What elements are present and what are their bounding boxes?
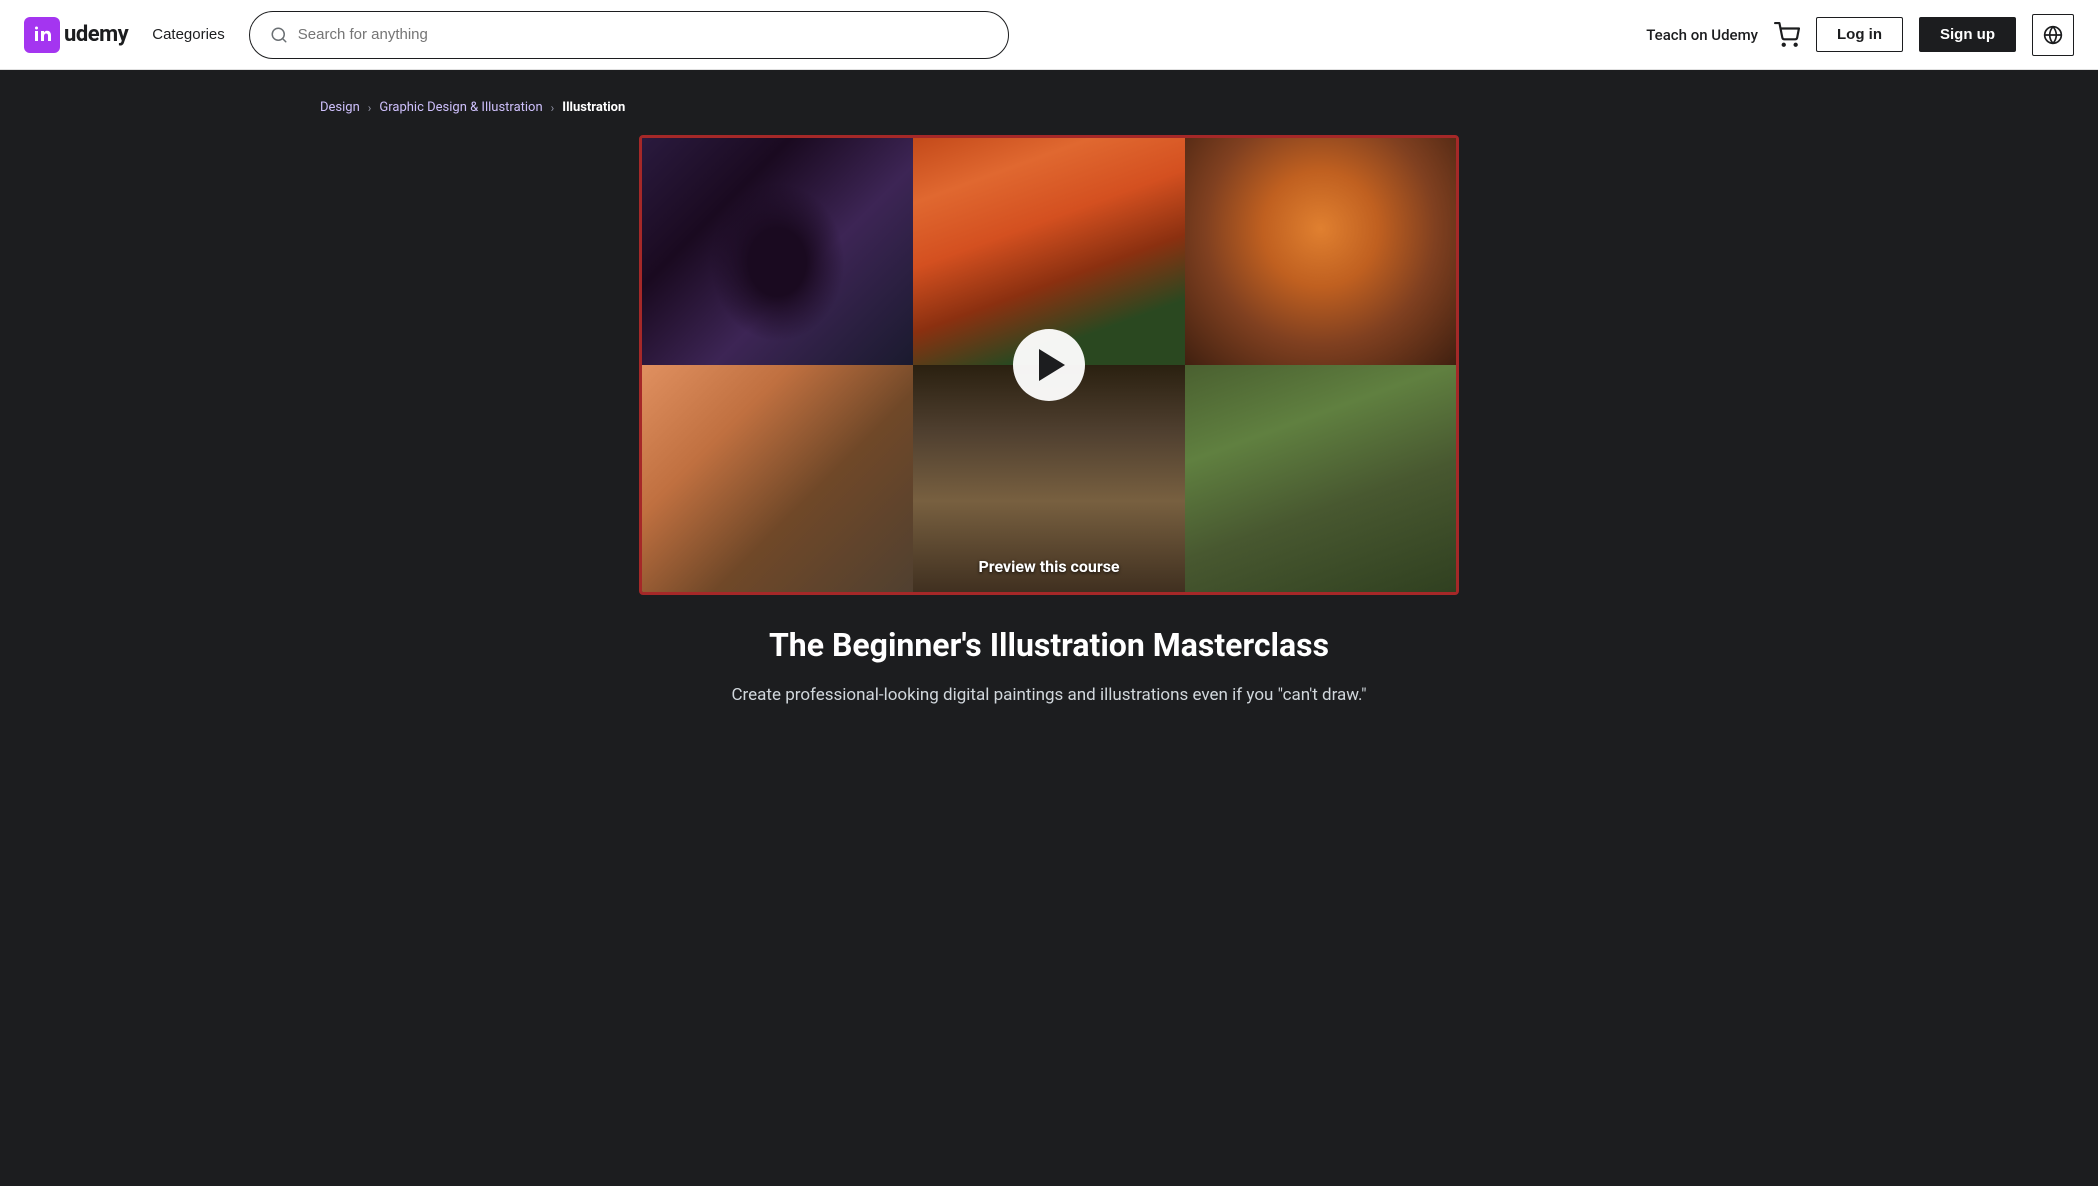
signup-button[interactable]: Sign up (1919, 17, 2016, 52)
teach-on-udemy-link[interactable]: Teach on Udemy (1646, 26, 1758, 44)
video-cell-path (1185, 365, 1456, 592)
course-section: Preview this course The Beginner's Illus… (0, 135, 2098, 708)
search-bar (249, 11, 1009, 59)
logo[interactable]: udemy (24, 17, 128, 53)
breadcrumb-sep-1: › (368, 101, 372, 115)
search-input[interactable] (298, 26, 988, 43)
globe-icon (2043, 25, 2063, 45)
video-preview[interactable]: Preview this course (639, 135, 1459, 595)
course-info: The Beginner's Illustration Masterclass … (731, 595, 1366, 708)
video-cell-figures (642, 365, 913, 592)
video-cell-silhouette (1185, 138, 1456, 365)
breadcrumb: Design › Graphic Design & Illustration ›… (0, 100, 2098, 135)
cart-button[interactable] (1774, 22, 1800, 48)
breadcrumb-design[interactable]: Design (320, 100, 360, 115)
video-cell-crow (642, 138, 913, 365)
search-icon (270, 26, 288, 44)
play-button[interactable] (1013, 329, 1085, 401)
play-triangle-icon (1039, 349, 1065, 381)
main-header: udemy Categories Teach on Udemy Log in S… (0, 0, 2098, 70)
logo-text: udemy (64, 22, 128, 47)
main-content: Design › Graphic Design & Illustration ›… (0, 70, 2098, 708)
logo-icon (24, 17, 60, 53)
preview-label: Preview this course (978, 557, 1119, 576)
header-right: Teach on Udemy Log in Sign up (1646, 14, 2074, 56)
categories-button[interactable]: Categories (144, 22, 233, 47)
cart-icon (1774, 22, 1800, 48)
course-subtitle: Create professional-looking digital pain… (731, 683, 1366, 709)
course-title: The Beginner's Illustration Masterclass (731, 625, 1366, 667)
language-button[interactable] (2032, 14, 2074, 56)
breadcrumb-graphic-design[interactable]: Graphic Design & Illustration (379, 100, 542, 115)
breadcrumb-sep-2: › (551, 101, 555, 115)
login-button[interactable]: Log in (1816, 17, 1903, 52)
breadcrumb-current: Illustration (562, 100, 625, 115)
